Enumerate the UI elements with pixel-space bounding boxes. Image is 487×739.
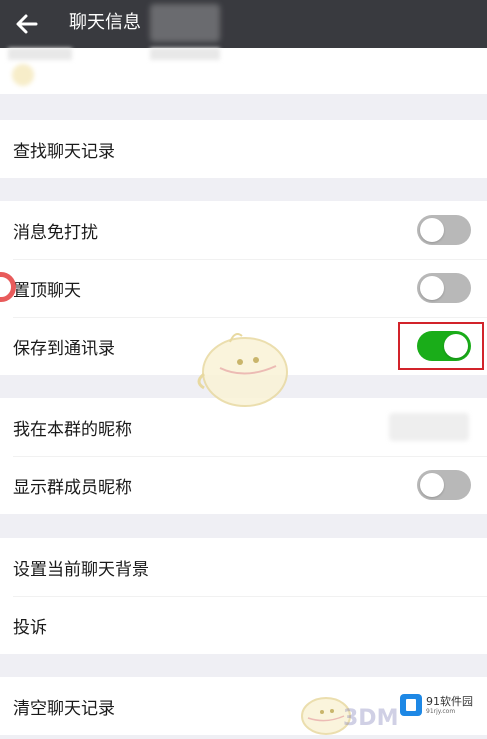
sticky-chat-row: 置顶聊天 xyxy=(0,259,487,317)
member-avatar[interactable] xyxy=(150,48,220,60)
row-label: 置顶聊天 xyxy=(13,280,81,301)
toggle-knob xyxy=(420,218,444,242)
highlight-box xyxy=(398,322,484,370)
back-arrow-icon[interactable] xyxy=(12,9,42,39)
site-logo-icon xyxy=(400,694,422,716)
chat-background-row[interactable]: 设置当前聊天背景 xyxy=(0,538,487,596)
row-label: 投诉 xyxy=(13,617,47,638)
site-watermark-text: 91软件园 91rjy.com xyxy=(426,694,473,715)
do-not-disturb-toggle[interactable] xyxy=(417,215,471,245)
site-watermark: 91软件园 91rjy.com xyxy=(400,690,480,720)
member-strip xyxy=(0,48,487,94)
nickname-value xyxy=(389,413,469,441)
sticky-chat-toggle[interactable] xyxy=(417,273,471,303)
misc-group: 设置当前聊天背景 投诉 xyxy=(0,538,487,654)
show-member-names-row: 显示群成员昵称 xyxy=(0,456,487,514)
do-not-disturb-row: 消息免打扰 xyxy=(0,201,487,259)
mascot-watermark-icon xyxy=(197,333,288,407)
page-title: 聊天信息 xyxy=(69,12,141,33)
watermark-url: 91rjy.com xyxy=(426,707,456,715)
row-label: 消息免打扰 xyxy=(13,222,98,243)
search-group: 查找聊天记录 xyxy=(0,120,487,178)
row-label: 设置当前聊天背景 xyxy=(13,559,149,580)
report-row[interactable]: 投诉 xyxy=(0,596,487,654)
toggle-knob xyxy=(420,473,444,497)
show-member-names-toggle[interactable] xyxy=(417,470,471,500)
avatar-fragment xyxy=(12,64,34,86)
group-settings: 我在本群的昵称 显示群成员昵称 xyxy=(0,398,487,514)
title-bar: 聊天信息 xyxy=(0,0,487,48)
search-chat-history-row[interactable]: 查找聊天记录 xyxy=(0,120,487,178)
watermark-3dm: 3DM xyxy=(343,706,399,731)
toggle-knob xyxy=(420,276,444,300)
row-label: 查找聊天记录 xyxy=(13,141,115,162)
member-avatar[interactable] xyxy=(8,48,72,60)
watermark-brand: 91软件园 xyxy=(426,694,473,708)
blurred-group-name xyxy=(150,4,220,42)
row-label: 显示群成员昵称 xyxy=(13,477,132,498)
